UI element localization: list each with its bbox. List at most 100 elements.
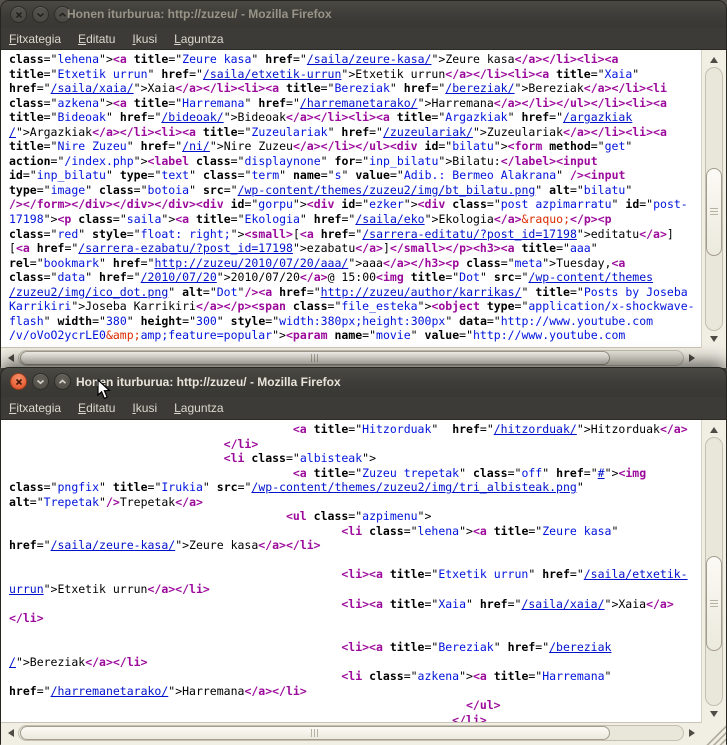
- scroll-left-button[interactable]: [3, 350, 18, 366]
- horizontal-scrollbar-thumb[interactable]: [20, 726, 610, 740]
- maximize-button-icon[interactable]: [54, 373, 71, 390]
- source-link[interactable]: /saila/xaia/: [51, 81, 134, 95]
- source-line: <li class="albisteak">: [9, 451, 701, 466]
- titlebar[interactable]: Honen iturburua: http://zuzeu/ - Mozilla…: [1, 368, 726, 397]
- vertical-scrollbar[interactable]: [701, 50, 726, 348]
- scroll-up-button[interactable]: [705, 422, 723, 437]
- source-link[interactable]: /bereziak/: [445, 81, 514, 95]
- source-link[interactable]: #: [598, 466, 605, 480]
- source-link[interactable]: /harremanetarako/: [300, 96, 418, 110]
- source-line: Karrikiri">Joseba Karrikiri</a></p><span…: [9, 299, 701, 314]
- source-link[interactable]: /saila/zeure-kasa/: [307, 52, 432, 66]
- source-line: <li><a title="Xaia" href="/saila/xaia/">…: [9, 597, 701, 612]
- horizontal-scrollbar[interactable]: [1, 348, 701, 368]
- horizontal-scrollbar-track[interactable]: [18, 350, 684, 366]
- thumb-grip-icon: [311, 354, 319, 362]
- source-line: flash" width="380" height="300" style="w…: [9, 314, 701, 329]
- arrow-right-icon: [689, 729, 695, 737]
- source-link[interactable]: /saila/etxetik-: [584, 567, 688, 581]
- source-pane[interactable]: <a title="Hitzorduak" href="/hitzorduak/…: [1, 420, 701, 723]
- source-link[interactable]: /2010/07/20: [141, 270, 217, 284]
- source-link[interactable]: http://zuzeu/author/karrikas/: [321, 285, 522, 299]
- source-link[interactable]: /: [9, 125, 16, 139]
- view-source-window-top: Honen iturburua: http://zuzeu/ - Mozilla…: [0, 0, 727, 367]
- source-line: rel="bookmark" href="http://zuzeu/2010/0…: [9, 256, 701, 271]
- window-title: Honen iturburua: http://zuzeu/ - Mozilla…: [67, 7, 332, 21]
- menu-fitxategia[interactable]: Fitxategia: [9, 401, 61, 415]
- source-line: href="/saila/xaia/">Xaia</a></li><li><a …: [9, 81, 701, 96]
- vertical-scrollbar-thumb[interactable]: [706, 168, 722, 256]
- scroll-down-button[interactable]: [705, 331, 723, 346]
- source-line: <a title="Hitzorduak" href="/hitzorduak/…: [9, 422, 701, 437]
- source-link[interactable]: /sarrera-ezabatu/?post_id=17198: [78, 241, 293, 255]
- menu-ikusi[interactable]: Ikusi: [132, 32, 157, 46]
- scroll-right-button[interactable]: [684, 350, 699, 366]
- vertical-scrollbar[interactable]: [701, 420, 726, 723]
- source-line: title="Nire Zuzeu" href="/ni/">Nire Zuze…: [9, 139, 701, 154]
- horizontal-scrollbar[interactable]: [1, 723, 701, 745]
- menu-editatu[interactable]: Editatu: [78, 401, 115, 415]
- source-link[interactable]: /zuzeu2/img/ico_dot.png: [9, 285, 168, 299]
- vertical-scrollbar-track[interactable]: [705, 67, 723, 331]
- scroll-right-button[interactable]: [684, 725, 699, 741]
- source-line: /v/oVoO2ycrLE0&amp;amp;feature=popular">…: [9, 328, 701, 343]
- scroll-down-button[interactable]: [705, 706, 723, 721]
- source-pane[interactable]: class="lehena"><a title="Zeure kasa" hre…: [1, 50, 701, 348]
- source-link[interactable]: http://zuzeu/2010/07/20/aaa/: [154, 256, 348, 270]
- source-link[interactable]: urrun: [9, 582, 44, 596]
- arrow-down-icon: [710, 336, 718, 342]
- source-link[interactable]: /sarrera-editatu/?post_id=17198: [362, 227, 577, 241]
- source-line: /">Bereziak</a></li>: [9, 655, 701, 670]
- close-button-icon[interactable]: [10, 6, 27, 23]
- thumb-grip-icon: [710, 600, 718, 608]
- minimize-button-icon[interactable]: [32, 6, 49, 23]
- source-link[interactable]: /bereziak: [549, 640, 611, 654]
- source-link[interactable]: /wp-content/themes/zuzeu2/img/bt_bilatu.…: [238, 183, 536, 197]
- window-body: class="lehena"><a title="Zeure kasa" hre…: [1, 50, 726, 368]
- source-link[interactable]: /argazkiak: [563, 110, 632, 124]
- window-body: <a title="Hitzorduak" href="/hitzorduak/…: [1, 420, 726, 745]
- source-link[interactable]: /wp-content/themes/zuzeu2/img/tri_albist…: [251, 480, 576, 494]
- source-link[interactable]: /: [9, 655, 16, 669]
- source-line: [9, 553, 701, 568]
- arrow-left-icon: [8, 354, 14, 362]
- source-link[interactable]: /saila/zeure-kasa/: [51, 538, 176, 552]
- source-line: class="azkena"><a title="Harremana" href…: [9, 96, 701, 111]
- scroll-up-button[interactable]: [705, 52, 723, 67]
- horizontal-scrollbar-thumb[interactable]: [20, 351, 610, 365]
- vertical-scrollbar-track[interactable]: [705, 437, 723, 706]
- titlebar[interactable]: Honen iturburua: http://zuzeu/ - Mozilla…: [1, 1, 726, 28]
- source-line: </li>: [9, 713, 701, 723]
- source-line: href="/saila/zeure-kasa/">Zeure kasa</a>…: [9, 538, 701, 553]
- menu-laguntza[interactable]: Laguntza: [174, 401, 223, 415]
- source-link[interactable]: /bideoak/: [161, 110, 223, 124]
- source-line: <li><a title="Etxetik urrun" href="/sail…: [9, 567, 701, 582]
- menubar: Fitxategia Editatu Ikusi Laguntza: [1, 397, 726, 420]
- chevron-down-icon: [36, 12, 45, 18]
- menu-ikusi[interactable]: Ikusi: [132, 401, 157, 415]
- menu-fitxategia[interactable]: Fitxategia: [9, 32, 61, 46]
- source-line: class="lehena"><a title="Zeure kasa" hre…: [9, 52, 701, 67]
- source-line: class="data" href="/2010/07/20">2010/07/…: [9, 270, 701, 285]
- source-link[interactable]: /saila/etxetik-urrun: [203, 67, 341, 81]
- minimize-button-icon[interactable]: [32, 373, 49, 390]
- source-line: <a title="Zuzeu trepetak" class="off" hr…: [9, 466, 701, 481]
- source-link[interactable]: /saila/eko: [355, 212, 424, 226]
- source-link[interactable]: /wp-content/themes: [528, 270, 653, 284]
- source-line: action="/index.php"><label class="displa…: [9, 154, 701, 169]
- horizontal-scrollbar-track[interactable]: [18, 725, 684, 741]
- scroll-left-button[interactable]: [3, 725, 18, 741]
- source-link[interactable]: /zuzeulariak/: [383, 125, 473, 139]
- resize-grip[interactable]: [701, 723, 726, 745]
- source-line: class="red" style="float: right;"><small…: [9, 227, 701, 242]
- source-link[interactable]: /hitzorduak/: [494, 422, 577, 436]
- close-button-icon[interactable]: [10, 373, 27, 390]
- arrow-right-icon: [689, 354, 695, 362]
- vertical-scrollbar-thumb[interactable]: [706, 556, 722, 651]
- menu-editatu[interactable]: Editatu: [78, 32, 115, 46]
- source-link[interactable]: /saila/xaia/: [521, 597, 604, 611]
- source-link[interactable]: /ni/: [182, 139, 210, 153]
- source-line: alt="Trepetak"/>Trepetak</a>: [9, 495, 701, 510]
- source-link[interactable]: /harremanetarako/: [51, 684, 169, 698]
- menu-laguntza[interactable]: Laguntza: [174, 32, 223, 46]
